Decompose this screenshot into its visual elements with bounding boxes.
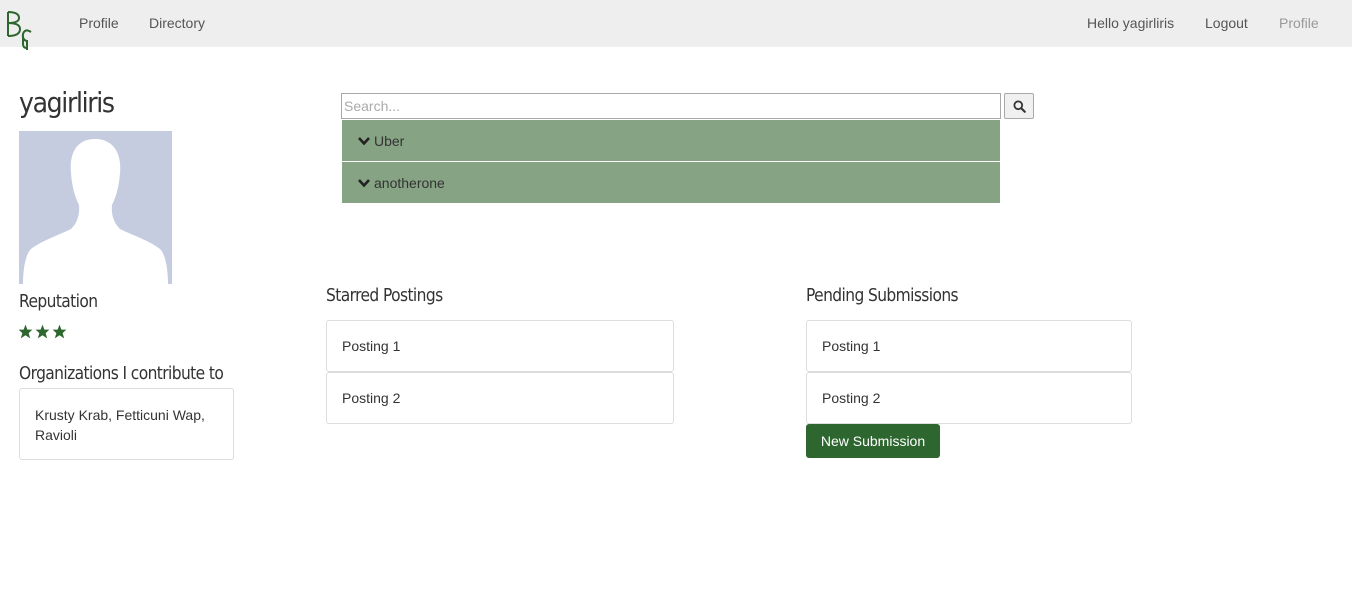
starred-posting-item[interactable]: Posting 1	[326, 320, 674, 372]
star-icon	[35, 324, 50, 339]
organizations-box: Krusty Krab, Fetticuni Wap, Ravioli	[19, 388, 234, 460]
new-submission-button[interactable]: New Submission	[806, 424, 940, 458]
pending-submissions-heading: Pending Submissions	[806, 285, 959, 306]
organizations-text: Krusty Krab, Fetticuni Wap, Ravioli	[35, 407, 205, 443]
search-icon	[1012, 99, 1026, 113]
search-button[interactable]	[1004, 93, 1034, 119]
posting-label: Posting 2	[342, 390, 401, 406]
starred-posting-item[interactable]: Posting 2	[326, 372, 674, 424]
default-avatar-silhouette-icon	[23, 139, 168, 284]
posting-label: Posting 1	[822, 338, 881, 354]
bc-logo-icon[interactable]	[5, 10, 35, 52]
reputation-heading: Reputation	[19, 291, 98, 312]
nav-profile-right-link[interactable]: Profile	[1279, 15, 1319, 31]
search-result-item[interactable]: anotherone	[342, 162, 1000, 203]
organizations-heading: Organizations I contribute to	[19, 363, 224, 384]
pending-submission-item[interactable]: Posting 2	[806, 372, 1132, 424]
search-result-item[interactable]: Uber	[342, 120, 1000, 161]
search-input[interactable]	[341, 93, 1001, 119]
nav-greeting-link[interactable]: Hello yagirliris	[1087, 15, 1174, 31]
search-result-label: Uber	[374, 132, 405, 149]
reputation-stars	[18, 324, 67, 339]
nav-directory-link[interactable]: Directory	[149, 15, 205, 31]
profile-username: yagirliris	[19, 86, 115, 119]
star-icon	[52, 324, 67, 339]
avatar	[19, 131, 172, 284]
starred-postings-heading: Starred Postings	[326, 285, 443, 306]
pending-submission-item[interactable]: Posting 1	[806, 320, 1132, 372]
nav-profile-link[interactable]: Profile	[79, 15, 119, 31]
nav-logout-link[interactable]: Logout	[1205, 15, 1248, 31]
search-result-label: anotherone	[374, 174, 445, 191]
star-icon	[18, 324, 33, 339]
posting-label: Posting 1	[342, 338, 401, 354]
posting-label: Posting 2	[822, 390, 881, 406]
top-navbar: Profile Directory Hello yagirliris Logou…	[0, 0, 1352, 50]
chevron-down-icon	[358, 178, 370, 187]
chevron-down-icon	[358, 136, 370, 145]
